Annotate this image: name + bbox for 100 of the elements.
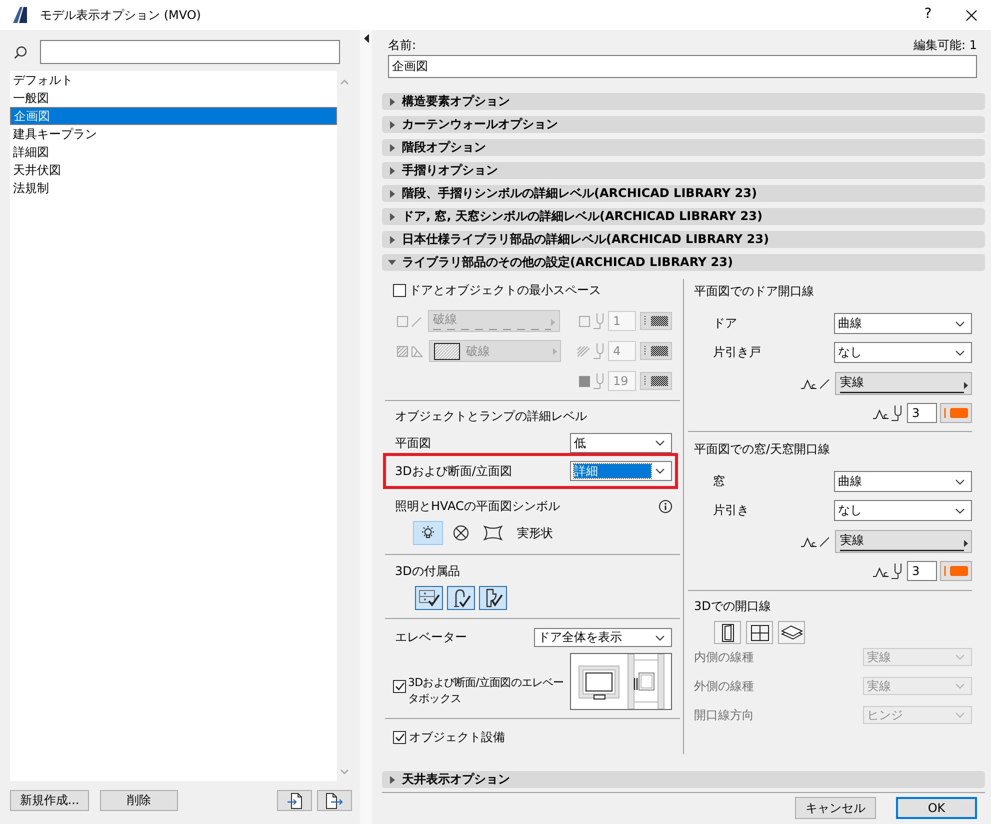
symbol-option-button[interactable]: 実形状 [513,521,557,545]
accessory-toggle-button[interactable] [447,586,475,610]
pen-number-field[interactable]: 3 [907,561,937,581]
pen-number-field[interactable]: 3 [907,403,937,423]
preset-list-item[interactable]: デフォルト [10,71,337,89]
square-icon [397,316,408,326]
opening-line-dropdown[interactable]: 曲線 [834,313,972,334]
search-field[interactable] [40,40,340,64]
dashed-line-icon [433,328,551,330]
color-swatch-icon [943,407,969,419]
preset-list-item[interactable]: 企画図 [10,107,337,125]
drawer-check-icon [418,589,440,607]
cancel-button[interactable]: キャンセル [795,797,876,819]
slash-icon [819,378,830,389]
faucet-check-icon [451,588,471,608]
opening-line-dropdown[interactable]: 曲線 [834,471,972,492]
pen-color-button[interactable] [940,403,972,423]
group-title: 平面図での窓/天窓開口線 [694,441,830,458]
section-header[interactable]: 階段オプション [382,139,985,156]
symbol-option-button[interactable] [413,521,443,545]
section-header[interactable]: 構造要素オプション [382,93,985,110]
square-icon [579,316,590,326]
field-label: 片引き [713,503,749,518]
slash-icon [411,316,422,326]
preset-list-item[interactable]: 法規制 [10,179,337,197]
pen-color-button[interactable] [640,372,672,390]
new-button[interactable]: 新規作成... [10,790,89,811]
pen-symbol-icon [891,405,903,421]
opening-symbol-icon [873,408,889,418]
info-icon [659,500,672,512]
pen-symbol-icon [593,313,605,329]
hatch-lines-icon [577,346,590,356]
pattern-swatch-icon [643,375,669,387]
checkbox[interactable] [393,730,406,744]
pen-symbol-icon [593,343,605,359]
preset-list-item[interactable]: 一般図 [10,89,337,107]
detail-level-dropdown[interactable]: 詳細 [570,461,672,481]
search-icon [14,46,27,58]
opening-line-dropdown[interactable]: なし [834,500,972,521]
preset-list-item[interactable]: 詳細図 [10,143,337,161]
preset-list-item[interactable]: 建具キープラン [10,125,337,143]
chevron-down-icon [655,468,665,474]
opening-symbol-icon [801,378,817,389]
caret-right-icon [553,348,557,354]
import-icon [286,792,302,808]
group-title: 照明とHVACの平面図シンボル [395,498,560,515]
hatched-square-icon [397,346,408,356]
slash-icon [819,536,830,547]
color-swatch-icon [943,565,969,577]
delete-button[interactable]: 削除 [100,790,178,811]
field-label: 3Dおよび断面/立面図 [395,464,512,478]
pen-color-button[interactable] [640,342,672,360]
section-header[interactable]: 階段、手摺りシンボルの詳細レベル(ARCHICAD LIBRARY 23) [382,185,985,202]
ok-button[interactable]: OK [896,797,977,819]
section-header[interactable]: カーテンウォールオプション [382,116,985,133]
accessory-toggle-button[interactable] [479,586,507,610]
line-type-dropdown[interactable]: 実線 [835,530,972,553]
name-field[interactable]: 企画図 [388,55,977,78]
lightbulb-icon [420,525,436,541]
export-button[interactable] [317,790,352,811]
pen-color-button[interactable] [940,561,972,581]
elevator-display-dropdown[interactable]: ドア全体を表示 [534,628,672,647]
section-header[interactable]: 天井表示オプション [382,771,985,788]
checkbox-label: 3Dおよび断面/立面図のエレベータボックス [408,675,565,707]
caret-right-icon [390,120,395,128]
chevron-down-icon [955,478,965,484]
chevron-down-icon [955,683,965,689]
section-header[interactable]: ドア, 窓, 天窓シンボルの詳細レベル(ARCHICAD LIBRARY 23) [382,208,985,225]
name-label: 名前: [388,38,416,53]
import-button[interactable] [277,790,312,811]
chevron-down-icon [955,508,965,514]
section-header[interactable]: 手摺りオプション [382,162,985,179]
caret-right-icon [390,212,395,220]
preset-list-item[interactable]: 天井伏図 [10,161,337,179]
accessory-toggle-button[interactable] [415,586,443,610]
field-label: 内側の線種 [694,650,754,664]
pattern-swatch-icon [643,315,669,327]
chevron-down-icon [655,440,665,446]
field-label: ドア [713,316,737,331]
caret-down-icon [388,260,396,265]
checkbox[interactable] [393,284,406,296]
checkbox-label: ドアとオブジェクトの最小スペース [409,282,601,298]
help-button[interactable]: ? [905,0,951,30]
section-header[interactable]: 日本仕様ライブラリ部品の詳細レベル(ARCHICAD LIBRARY 23) [382,231,985,248]
group-title: オブジェクトとランプの詳細レベル [395,408,587,425]
close-icon [966,10,976,20]
pattern-swatch-icon [643,345,669,357]
triangle-outline-icon [411,346,423,356]
group-title: 3Dでの開口線 [694,598,771,615]
pen-color-button[interactable] [640,312,672,330]
collapse-arrow-icon [364,34,368,43]
section-header[interactable]: ライブラリ部品のその他の設定(ARCHICAD LIBRARY 23) [382,254,985,271]
checkbox-label: オブジェクト設備 [409,730,505,744]
opening-line-dropdown[interactable]: なし [834,342,972,363]
checkbox[interactable] [393,680,406,693]
opening-symbol-icon [801,536,817,547]
detail-level-dropdown[interactable]: 低 [570,433,672,453]
field-label: 外側の線種 [694,678,754,694]
field-label: 平面図 [395,436,431,450]
line-type-dropdown[interactable]: 実線 [835,372,972,395]
